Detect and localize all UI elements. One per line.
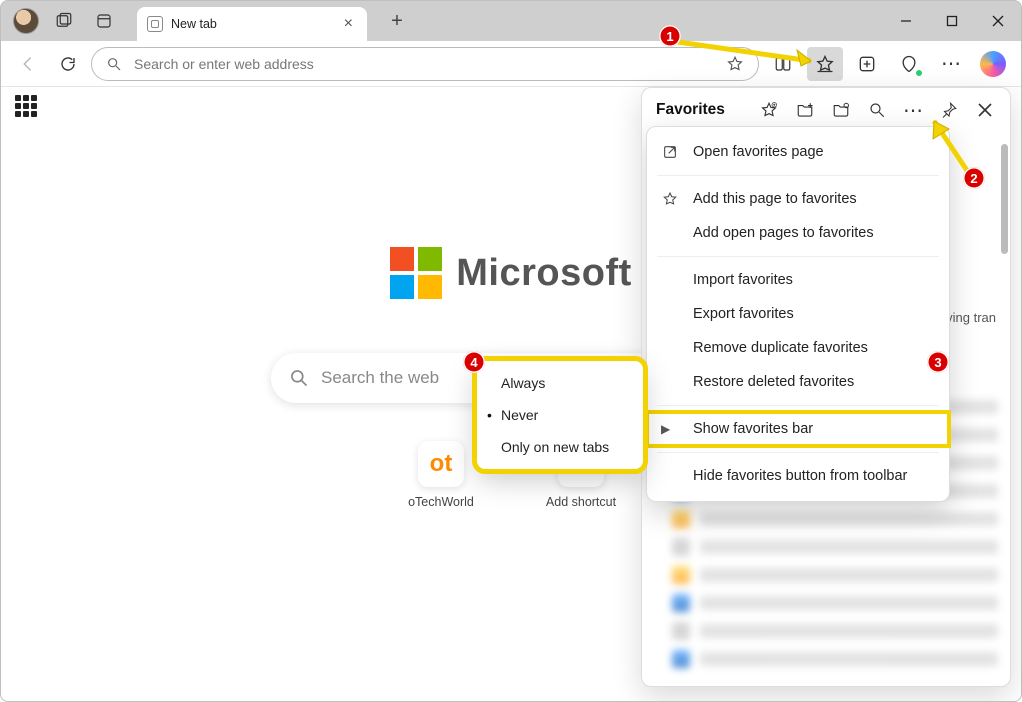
- menu-add-this-page[interactable]: Add this page to favorites: [647, 182, 949, 216]
- menu-add-open-pages[interactable]: Add open pages to favorites: [647, 216, 949, 250]
- favorites-title: Favorites: [656, 101, 725, 119]
- browser-window: New tab × + Search or enter web address: [0, 0, 1022, 702]
- browser-essentials-icon[interactable]: [891, 47, 927, 81]
- menu-remove-duplicates[interactable]: Remove duplicate favorites: [647, 331, 949, 365]
- annotation-badge: 3: [927, 351, 949, 373]
- menu-show-favorites-bar[interactable]: Show favorites bar ▶: [647, 412, 949, 446]
- favorites-button[interactable]: [807, 47, 843, 81]
- open-external-icon: [661, 144, 679, 160]
- favorites-context-menu: Open favorites page Add this page to fav…: [646, 126, 950, 502]
- tile-label: Add shortcut: [546, 495, 616, 509]
- split-screen-icon[interactable]: [765, 47, 801, 81]
- menu-hide-fav-button[interactable]: Hide favorites button from toolbar: [647, 459, 949, 493]
- settings-more-button[interactable]: [933, 47, 969, 81]
- menu-label: Restore deleted favorites: [693, 374, 854, 390]
- submenu-never[interactable]: Never: [477, 399, 643, 431]
- tile-label: oTechWorld: [408, 495, 474, 509]
- star-add-icon: [661, 191, 679, 207]
- quick-link-tile[interactable]: ot oTechWorld: [396, 441, 486, 509]
- menu-label: Add this page to favorites: [693, 191, 857, 207]
- address-placeholder: Search or enter web address: [134, 56, 314, 72]
- submenu-label: Always: [501, 375, 545, 391]
- back-button[interactable]: [11, 47, 45, 81]
- submenu-label: Only on new tabs: [501, 439, 609, 455]
- workspaces-icon[interactable]: [49, 6, 79, 36]
- submenu-only-new-tabs[interactable]: Only on new tabs: [477, 431, 643, 463]
- tab-favicon-icon: [147, 16, 163, 32]
- titlebar: New tab × +: [1, 1, 1021, 41]
- copilot-button[interactable]: [975, 47, 1011, 81]
- tab-title: New tab: [171, 17, 332, 31]
- annotation-badge: 4: [463, 351, 485, 373]
- pin-panel-icon[interactable]: [934, 95, 964, 125]
- ellipsis-icon: [941, 51, 961, 76]
- search-favorites-icon[interactable]: [862, 95, 892, 125]
- favorites-panel: Favorites serving tran: [641, 87, 1011, 687]
- panel-scrollbar[interactable]: [1001, 144, 1008, 254]
- app-launcher-icon[interactable]: [15, 95, 39, 119]
- menu-label: Open favorites page: [693, 144, 824, 160]
- submenu-always[interactable]: Always: [477, 367, 643, 399]
- menu-label: Import favorites: [693, 272, 793, 288]
- browser-tab[interactable]: New tab ×: [137, 7, 367, 41]
- maximize-button[interactable]: [929, 1, 975, 41]
- add-favorite-icon[interactable]: [754, 95, 784, 125]
- menu-export-favorites[interactable]: Export favorites: [647, 297, 949, 331]
- menu-import-favorites[interactable]: Import favorites: [647, 263, 949, 297]
- tab-close-icon[interactable]: ×: [340, 15, 357, 33]
- minimize-button[interactable]: [883, 1, 929, 41]
- address-bar[interactable]: Search or enter web address: [91, 47, 759, 81]
- refresh-button[interactable]: [51, 47, 85, 81]
- close-window-button[interactable]: [975, 1, 1021, 41]
- collections-icon[interactable]: [849, 47, 885, 81]
- add-folder-icon[interactable]: [790, 95, 820, 125]
- toolbar: Search or enter web address: [1, 41, 1021, 87]
- show-favorites-bar-submenu: Always Never Only on new tabs: [477, 361, 643, 469]
- new-tab-button[interactable]: +: [381, 10, 413, 33]
- menu-label: Export favorites: [693, 306, 794, 322]
- tile-icon: ot: [418, 441, 464, 487]
- microsoft-logo-icon: [390, 247, 442, 299]
- profile-avatar[interactable]: [13, 8, 39, 34]
- sync-favorites-icon[interactable]: [826, 95, 856, 125]
- menu-label: Show favorites bar: [693, 421, 813, 437]
- brand-text: Microsoft: [456, 252, 632, 295]
- ntp-search-placeholder: Search the web: [321, 368, 439, 388]
- search-icon: [106, 56, 122, 72]
- copilot-icon: [980, 51, 1006, 77]
- tab-actions-icon[interactable]: [89, 6, 119, 36]
- ellipsis-icon: [903, 98, 923, 123]
- annotation-badge: 1: [659, 25, 681, 47]
- menu-label: Add open pages to favorites: [693, 225, 874, 241]
- favorite-star-icon[interactable]: [726, 55, 744, 73]
- submenu-label: Never: [501, 407, 538, 423]
- menu-label: Remove duplicate favorites: [693, 340, 868, 356]
- annotation-badge: 2: [963, 167, 985, 189]
- close-panel-icon[interactable]: [970, 95, 1000, 125]
- search-icon: [289, 368, 309, 388]
- menu-restore-deleted[interactable]: Restore deleted favorites: [647, 365, 949, 399]
- chevron-right-icon: ▶: [661, 422, 670, 436]
- menu-label: Hide favorites button from toolbar: [693, 468, 907, 484]
- favorites-more-button[interactable]: [898, 95, 928, 125]
- menu-open-favorites-page[interactable]: Open favorites page: [647, 135, 949, 169]
